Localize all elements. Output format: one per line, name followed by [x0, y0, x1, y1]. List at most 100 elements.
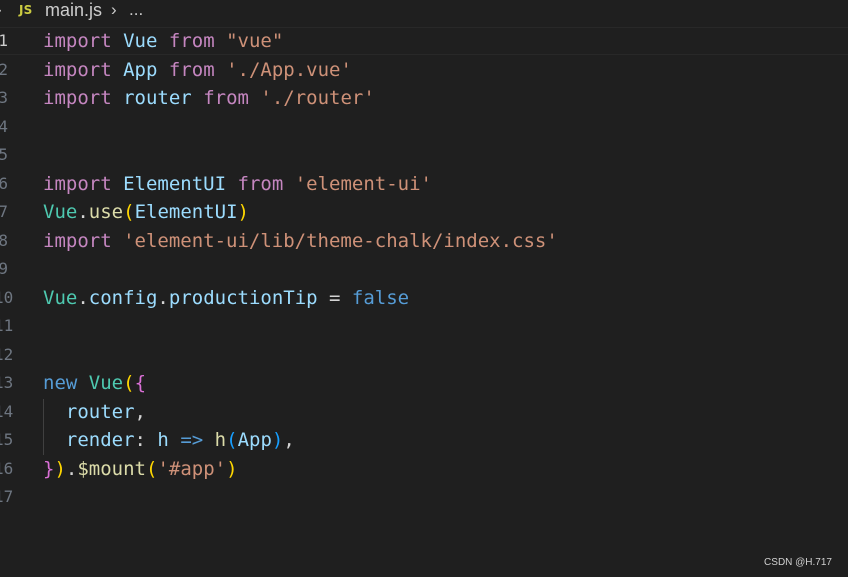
code-token: ) — [54, 457, 66, 480]
code-token: './router' — [260, 87, 375, 109]
code-token: productionTip — [168, 286, 318, 309]
line-number: 11 — [0, 316, 14, 335]
code-token: render — [65, 429, 135, 451]
line-number: 8 — [0, 230, 8, 250]
code-token: use — [88, 201, 124, 223]
line-number: 7 — [0, 202, 8, 221]
code-token: from — [168, 58, 215, 81]
line-number: 6 — [0, 173, 8, 193]
code-token: Vue — [123, 30, 158, 52]
line-number: 5 — [0, 145, 8, 164]
code-token: import — [43, 229, 112, 252]
code-line[interactable]: import App from './App.vue' — [43, 56, 352, 84]
code-token: router — [65, 400, 135, 423]
code-line[interactable]: import 'element-ui/lib/theme-chalk/index… — [43, 227, 558, 255]
code-token: . — [77, 286, 89, 309]
code-token: Vue — [43, 286, 78, 309]
code-token: Vue — [88, 372, 124, 394]
code-line[interactable]: Vue.config.productionTip = false — [43, 284, 409, 312]
code-token: => — [180, 429, 204, 451]
line-number: 17 — [0, 487, 14, 506]
watermark-text: CSDN @H.717 — [764, 557, 832, 568]
code-token: App — [237, 429, 272, 451]
code-token: from — [203, 87, 249, 109]
line-number: 4 — [0, 116, 8, 136]
line-number: 9 — [0, 259, 8, 278]
code-token: { — [134, 372, 147, 394]
line-number: 16 — [0, 458, 14, 478]
code-token: . — [157, 286, 169, 309]
code-token: config — [88, 286, 158, 309]
code-token: '#app' — [157, 457, 227, 480]
code-token: . — [65, 457, 78, 480]
code-line[interactable]: render: h => h(App), — [43, 426, 295, 454]
code-token: ) — [226, 457, 238, 480]
javascript-file-icon: JS — [19, 3, 33, 17]
code-token: App — [123, 58, 158, 81]
breadcrumb-symbols-more[interactable]: ... — [129, 0, 143, 20]
code-token: ( — [123, 201, 135, 223]
breadcrumb-file-name[interactable]: main.js — [45, 0, 102, 21]
code-line[interactable]: }).$mount('#app') — [43, 455, 238, 483]
code-token: : — [134, 429, 158, 451]
code-token: ( — [226, 429, 238, 451]
code-token: router — [123, 87, 192, 109]
code-token: new — [43, 372, 78, 394]
code-token: 'element-ui/lib/theme-chalk/index.css' — [123, 229, 558, 252]
line-number: 3 — [0, 88, 8, 107]
code-token: import — [43, 172, 112, 195]
line-number: 10 — [0, 287, 14, 307]
code-token: , — [283, 429, 295, 451]
code-token: = — [317, 286, 352, 309]
code-line[interactable]: Vue.use(ElementUI) — [43, 198, 249, 226]
breadcrumb-chevron-icon[interactable]: › — [0, 0, 2, 20]
code-token: ElementUI — [123, 172, 227, 195]
code-token: , — [134, 400, 146, 423]
breadcrumb: › JS main.js › ... — [0, 0, 848, 24]
code-token: $mount — [77, 457, 146, 480]
code-token: import — [43, 58, 112, 81]
code-editor-window: › JS main.js › ... 123456789101112131415… — [0, 0, 848, 577]
code-token: Vue — [43, 201, 78, 223]
code-token: h — [214, 429, 227, 451]
code-token: ) — [237, 201, 249, 223]
code-line[interactable]: import ElementUI from 'element-ui' — [43, 170, 432, 198]
code-token: false — [351, 286, 410, 309]
code-token: ) — [271, 429, 284, 451]
line-number: 1 — [0, 31, 8, 50]
line-number: 13 — [0, 373, 14, 392]
code-line[interactable]: import router from './router' — [43, 84, 375, 112]
code-token: "vue" — [226, 30, 284, 52]
code-token: './App.vue' — [226, 58, 352, 81]
code-token: from — [168, 30, 215, 52]
line-number: 2 — [0, 59, 8, 79]
code-token: ( — [123, 372, 135, 394]
code-token: import — [43, 87, 112, 109]
line-number: 14 — [0, 401, 14, 421]
code-token: from — [237, 172, 284, 195]
code-line[interactable]: new Vue({ — [43, 369, 146, 397]
code-token: ElementUI — [134, 201, 238, 223]
line-number: 12 — [0, 344, 14, 364]
code-token: import — [43, 30, 112, 52]
code-line[interactable]: import Vue from "vue" — [43, 27, 283, 55]
code-line[interactable]: router, — [43, 398, 146, 426]
